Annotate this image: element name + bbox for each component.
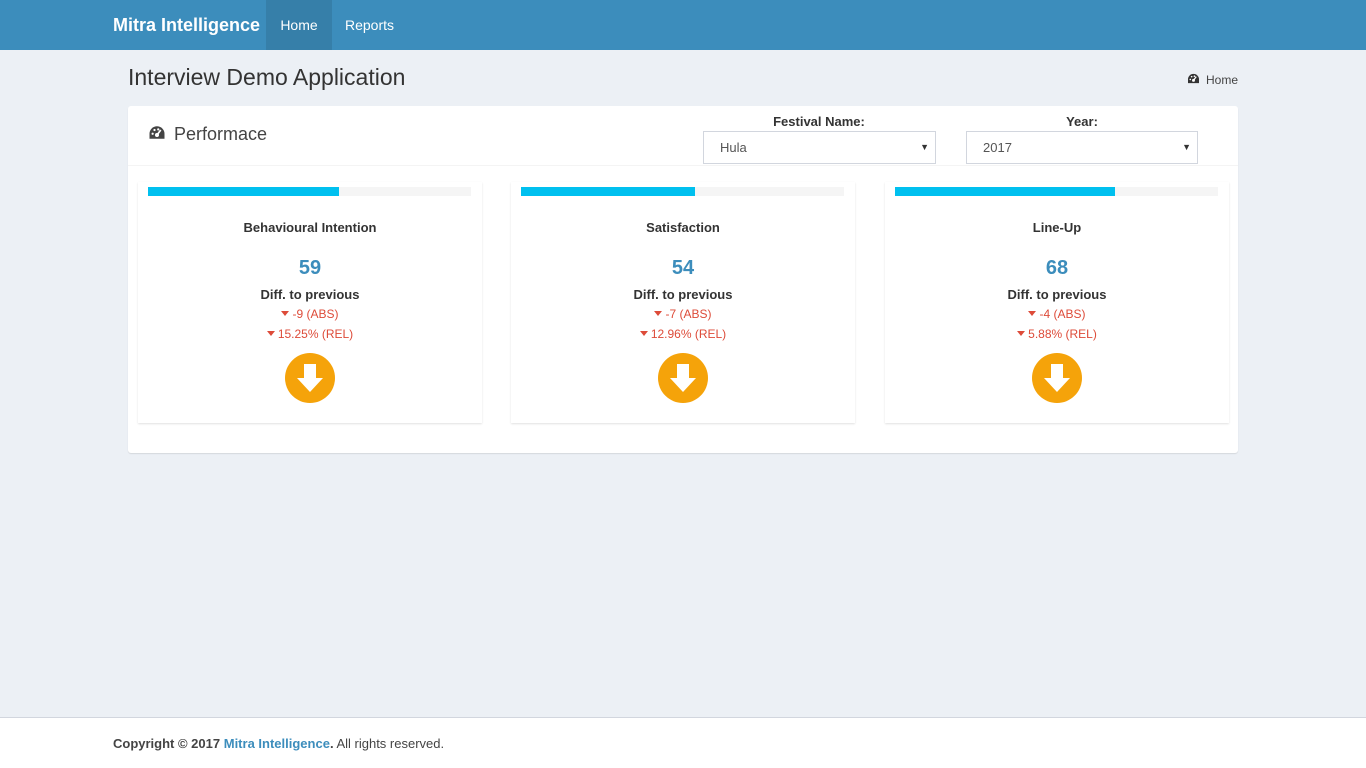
festival-select-value: Hula	[720, 140, 747, 155]
caret-down-icon	[266, 331, 275, 337]
card-title: Satisfaction	[646, 220, 720, 235]
card-abs-text: -4 (ABS)	[1039, 307, 1086, 321]
festival-label: Festival Name:	[773, 114, 865, 129]
progress-track	[148, 187, 471, 196]
progress-track	[895, 187, 1218, 196]
card-abs-text: -7 (ABS)	[665, 307, 712, 321]
brand-logo[interactable]: Mitra Intelligence	[113, 0, 260, 50]
top-navbar: Mitra Intelligence Home Reports	[0, 0, 1366, 50]
card-title: Behavioural Intention	[243, 220, 377, 235]
year-select[interactable]: 2017 ▼	[966, 131, 1198, 164]
card-rel-text: 15.25% (REL)	[277, 327, 354, 341]
card-value: 68	[1045, 257, 1069, 279]
footer-link[interactable]: Mitra Intelligence	[224, 736, 330, 751]
caret-down-icon	[281, 311, 290, 317]
card-abs-diff: -4 (ABS)	[885, 307, 1229, 321]
card-diff-label: Diff. to previous	[1007, 287, 1107, 302]
card-diff-label: Diff. to previous	[633, 287, 733, 302]
festival-select[interactable]: Hula ▼	[703, 131, 936, 164]
box-title-text: Performace	[174, 124, 268, 144]
caret-down-icon	[639, 331, 648, 337]
breadcrumb-home[interactable]: Home	[1206, 73, 1238, 87]
card-rel-diff: 12.96% (REL)	[511, 327, 855, 341]
nav-home[interactable]: Home	[266, 0, 332, 50]
dashboard-icon	[1187, 73, 1200, 87]
page-title: Interview Demo Application	[128, 64, 406, 90]
footer: Copyright © 2017 Mitra Intelligence. All…	[0, 717, 1366, 768]
breadcrumb: Home	[1187, 73, 1238, 87]
progress-bar	[521, 187, 696, 196]
arrow-down-circle-icon	[1032, 353, 1082, 403]
metric-card-line-up: Line-Up 68 Diff. to previous -4 (ABS) 5.…	[885, 182, 1229, 423]
caret-down-icon	[654, 311, 663, 317]
caret-down-icon	[1028, 311, 1037, 317]
chevron-down-icon: ▼	[1182, 142, 1191, 152]
card-rel-text: 5.88% (REL)	[1028, 327, 1097, 341]
card-abs-diff: -9 (ABS)	[138, 307, 482, 321]
footer-suffix: All rights reserved.	[333, 736, 445, 751]
footer-prefix: Copyright © 2017	[113, 736, 221, 751]
year-select-value: 2017	[983, 140, 1012, 155]
card-rel-diff: 5.88% (REL)	[885, 327, 1229, 341]
footer-copyright: Copyright © 2017 Mitra Intelligence. All…	[113, 736, 444, 751]
performance-box: Performace Festival Name: Hula ▼ Year: 2…	[128, 106, 1238, 453]
box-header: Performace Festival Name: Hula ▼ Year: 2…	[128, 106, 1238, 166]
card-diff-label: Diff. to previous	[260, 287, 360, 302]
year-label: Year:	[1066, 114, 1098, 129]
metric-card-satisfaction: Satisfaction 54 Diff. to previous -7 (AB…	[511, 182, 855, 423]
card-value: 59	[298, 257, 322, 279]
metric-card-behavioural-intention: Behavioural Intention 59 Diff. to previo…	[138, 182, 482, 423]
arrow-down-circle-icon	[285, 353, 335, 403]
caret-down-icon	[1017, 331, 1026, 337]
progress-bar	[895, 187, 1115, 196]
card-abs-diff: -7 (ABS)	[511, 307, 855, 321]
card-rel-diff: 15.25% (REL)	[138, 327, 482, 341]
dashboard-icon	[148, 124, 166, 145]
progress-bar	[148, 187, 339, 196]
arrow-down-circle-icon	[658, 353, 708, 403]
progress-track	[521, 187, 844, 196]
card-value: 54	[671, 257, 695, 279]
box-title: Performace	[148, 124, 267, 145]
card-abs-text: -9 (ABS)	[292, 307, 339, 321]
chevron-down-icon: ▼	[920, 142, 929, 152]
card-title: Line-Up	[1032, 220, 1082, 235]
nav-reports[interactable]: Reports	[332, 0, 407, 50]
card-rel-text: 12.96% (REL)	[650, 327, 727, 341]
